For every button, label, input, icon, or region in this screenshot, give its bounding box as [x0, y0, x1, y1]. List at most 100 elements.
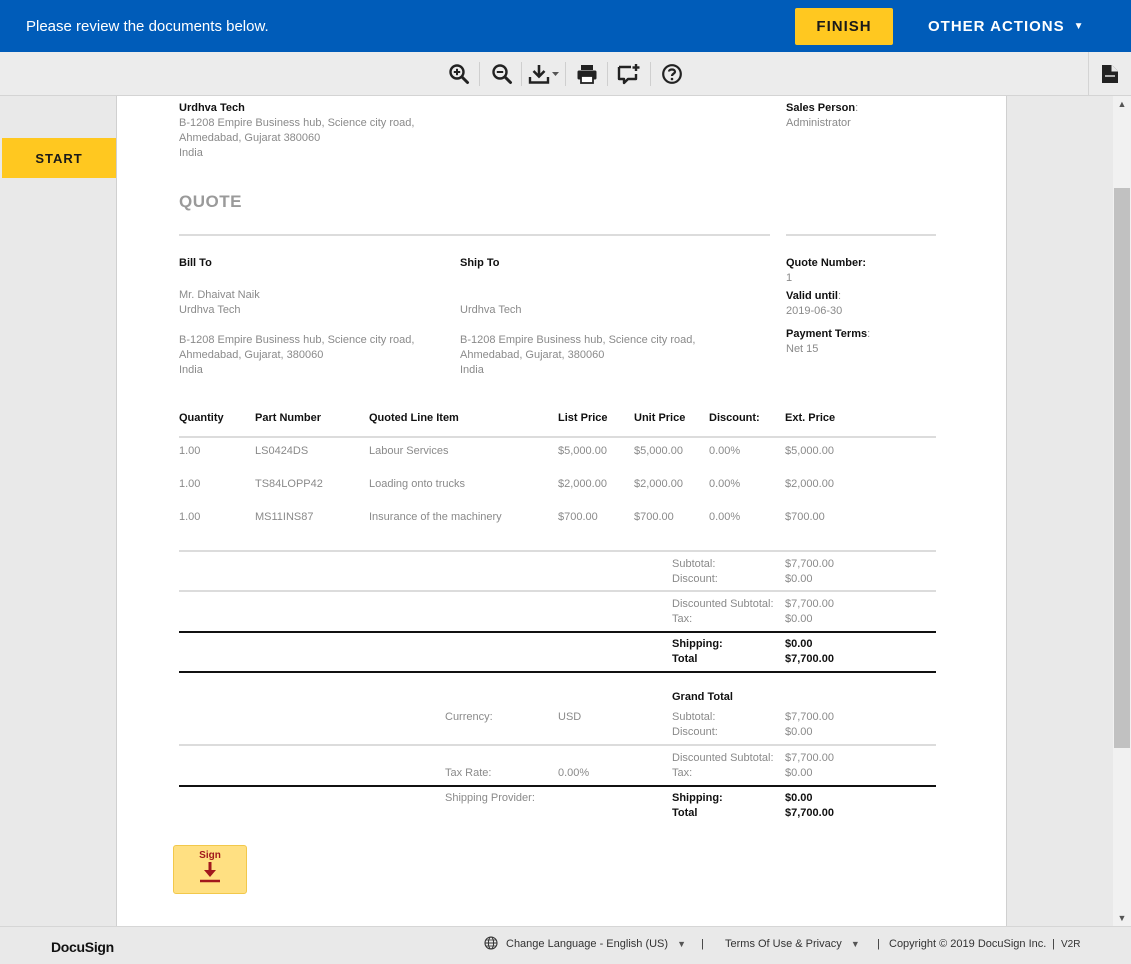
- grand-total-heading: Grand Total: [672, 691, 733, 703]
- footer-separator: |: [877, 938, 880, 950]
- table-cell: $700.00: [785, 511, 825, 523]
- copyright-text: Copyright © 2019 DocuSign Inc.: [889, 938, 1047, 950]
- bill-to-line: Urdhva Tech: [179, 304, 241, 316]
- discounted-subtotal-label: Discounted Subtotal:: [672, 598, 774, 610]
- toolbar-divider: [479, 62, 480, 86]
- bill-to-address-line: Ahmedabad, Gujarat, 380060: [179, 349, 324, 361]
- terms-privacy-link[interactable]: Terms Of Use & Privacy ▼: [725, 938, 860, 950]
- grand-tax-label: Tax:: [672, 767, 693, 779]
- table-cell: 1.00: [179, 511, 201, 523]
- divider: [179, 785, 936, 787]
- toolbar-divider: [607, 62, 608, 86]
- document-toolbar: [0, 52, 1131, 96]
- other-actions-button[interactable]: OTHER ACTIONS ▼: [916, 8, 1097, 45]
- table-cell: $5,000.00: [558, 445, 607, 457]
- scroll-up-icon[interactable]: ▲: [1113, 96, 1131, 112]
- divider: [179, 234, 770, 236]
- column-header-part-number: Part Number: [255, 412, 322, 424]
- change-language-label: Change Language - English (US): [506, 938, 669, 950]
- subtotal-value: $7,700.00: [785, 558, 834, 570]
- document-title: QUOTE: [179, 192, 242, 211]
- total-value: $7,700.00: [785, 653, 834, 665]
- toolbar-divider: [650, 62, 651, 86]
- discounted-subtotal-value: $7,700.00: [785, 598, 834, 610]
- bill-to-address-line: India: [179, 364, 203, 376]
- grand-shipping-value: $0.00: [785, 792, 813, 804]
- tax-label: Tax:: [672, 613, 693, 625]
- payment-terms-value: Net 15: [786, 343, 819, 355]
- toolbar-divider: [565, 62, 566, 86]
- terms-privacy-label: Terms Of Use & Privacy: [725, 938, 842, 950]
- bill-to-label: Bill To: [179, 257, 212, 269]
- caret-down-icon: ▼: [677, 939, 687, 949]
- document-panel-icon[interactable]: [1088, 52, 1131, 96]
- shipping-label: Shipping:: [672, 638, 723, 650]
- table-cell: MS11INS87: [255, 511, 314, 523]
- scrollbar-thumb[interactable]: [1114, 188, 1130, 748]
- divider: [179, 590, 936, 592]
- comment-icon[interactable]: [616, 61, 642, 87]
- quote-number-label: Quote Number:: [786, 257, 867, 269]
- version-text: V2R: [1061, 939, 1081, 950]
- footer-separator: |: [701, 938, 704, 950]
- start-button[interactable]: START: [2, 138, 116, 178]
- sign-tag-label: Sign: [199, 850, 221, 861]
- valid-until-label: Valid until:: [786, 290, 842, 302]
- table-cell: $5,000.00: [634, 445, 683, 457]
- print-icon[interactable]: [575, 61, 599, 87]
- table-cell: Loading onto trucks: [369, 478, 466, 490]
- quote-number-value: 1: [786, 272, 793, 284]
- company-address-line: Ahmedabad, Gujarat 380060: [179, 132, 321, 144]
- column-header-line-item: Quoted Line Item: [369, 412, 459, 424]
- ship-to-label: Ship To: [460, 257, 500, 269]
- table-cell: 0.00%: [709, 445, 741, 457]
- globe-icon: [484, 936, 498, 953]
- download-icon[interactable]: [527, 61, 561, 87]
- change-language-link[interactable]: Change Language - English (US) ▼: [506, 938, 686, 950]
- ship-to-address-line: B-1208 Empire Business hub, Science city…: [460, 334, 696, 346]
- divider: [179, 744, 936, 746]
- table-cell: 1.00: [179, 445, 201, 457]
- grand-tax-value: $0.00: [785, 767, 813, 779]
- grand-discounted-subtotal-value: $7,700.00: [785, 752, 834, 764]
- document-page: Urdhva Tech B-1208 Empire Business hub, …: [116, 96, 1007, 926]
- table-cell: Insurance of the machinery: [369, 511, 502, 523]
- valid-until-value: 2019-06-30: [786, 305, 843, 317]
- divider: [179, 436, 936, 438]
- total-label: Total: [672, 653, 698, 665]
- table-cell: $2,000.00: [785, 478, 834, 490]
- grand-discount-label: Discount:: [672, 726, 718, 738]
- table-cell: LS0424DS: [255, 445, 309, 457]
- discount-label: Discount:: [672, 573, 718, 585]
- company-address-line: India: [179, 147, 203, 159]
- zoom-out-icon[interactable]: [490, 61, 514, 87]
- column-header-discount: Discount:: [709, 412, 760, 424]
- table-cell: $700.00: [558, 511, 598, 523]
- finish-button[interactable]: FINISH: [795, 8, 893, 45]
- bill-to-address-line: B-1208 Empire Business hub, Science city…: [179, 334, 415, 346]
- sales-person-label: Sales Person:: [786, 102, 859, 114]
- currency-label: Currency:: [445, 711, 493, 723]
- scroll-down-icon[interactable]: ▼: [1113, 910, 1131, 926]
- sales-person-value: Administrator: [786, 117, 851, 129]
- table-cell: $2,000.00: [634, 478, 683, 490]
- top-bar: Please review the documents below. FINIS…: [0, 0, 1131, 52]
- shipping-value: $0.00: [785, 638, 813, 650]
- help-icon[interactable]: [660, 61, 684, 87]
- docusign-logo: DocuSign: [51, 939, 114, 955]
- bill-to-line: Mr. Dhaivat Naik: [179, 289, 260, 301]
- grand-discounted-subtotal-label: Discounted Subtotal:: [672, 752, 774, 764]
- company-name: Urdhva Tech: [179, 102, 245, 114]
- column-header-quantity: Quantity: [179, 412, 224, 424]
- zoom-in-icon[interactable]: [447, 61, 471, 87]
- table-cell: Labour Services: [369, 445, 449, 457]
- table-cell: TS84LOPP42: [255, 478, 323, 490]
- vertical-scrollbar[interactable]: ▲ ▼: [1113, 96, 1131, 926]
- grand-shipping-label: Shipping:: [672, 792, 723, 804]
- sign-here-tag[interactable]: Sign: [173, 845, 247, 894]
- tax-rate-label: Tax Rate:: [445, 767, 492, 779]
- toolbar-divider: [521, 62, 522, 86]
- column-header-unit-price: Unit Price: [634, 412, 686, 424]
- grand-total-value: $7,700.00: [785, 807, 834, 819]
- divider: [179, 631, 936, 633]
